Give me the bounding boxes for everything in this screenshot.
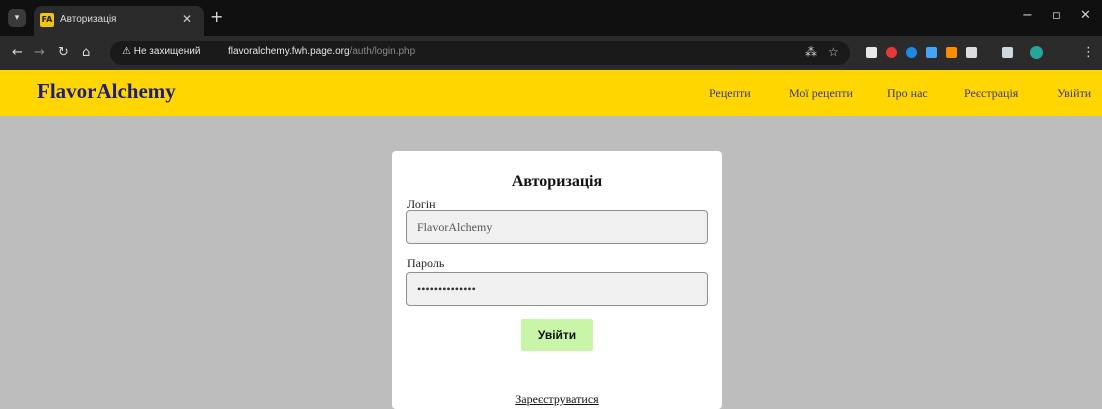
extension-red-icon[interactable] [886,47,897,58]
password-label: Пароль [407,256,445,270]
close-window-icon[interactable]: ✕ [1080,8,1091,23]
url-text: flavoralchemy.fwh.page.org/auth/login.ph… [228,46,415,57]
login-title: Авторизація [511,173,603,190]
password-input[interactable] [406,272,708,306]
address-bar[interactable]: ⚠ Не захищений flavoralchemy.fwh.page.or… [110,41,850,65]
tab-strip: ▾ FA Авторизація ✕ + − ▫ ✕ [0,0,1102,36]
new-tab-icon[interactable]: + [210,7,223,26]
maximize-icon[interactable]: ▫ [1052,8,1061,23]
extensions-puzzle-icon[interactable] [966,47,977,58]
profile-avatar[interactable] [1030,46,1043,59]
tab-authorization[interactable]: FA Авторизація ✕ [34,6,204,36]
url-host: flavoralchemy.fwh.page.org [228,46,350,57]
close-tab-icon[interactable]: ✕ [182,12,192,26]
browser-chrome: ▾ FA Авторизація ✕ + − ▫ ✕ ← → ↻ ⌂ ⚠ Не … [0,0,1102,70]
extension-misc-icon[interactable] [1002,47,1013,58]
login-button[interactable]: Увійти [521,319,593,351]
browser-menu-icon[interactable]: ⋮ [1082,45,1095,60]
security-warning[interactable]: ⚠ Не захищений [122,46,200,57]
reload-icon[interactable]: ↻ [58,45,69,60]
browser-toolbar: ← → ↻ ⌂ ⚠ Не захищений flavoralchemy.fwh… [0,36,1102,70]
tab-title: Авторизація [60,14,117,25]
security-warning-text: Не захищений [133,46,201,57]
extension-orange-icon[interactable] [946,47,957,58]
extension-page-icon[interactable] [866,47,877,58]
nav-link-login[interactable]: Увійти [1057,86,1091,101]
back-arrow-icon[interactable]: ← [12,45,23,60]
forward-arrow-icon[interactable]: → [34,45,45,60]
register-link[interactable]: Зареєструватися [392,392,722,407]
bookmark-star-icon[interactable]: ☆ [828,45,839,59]
site-favicon-icon: FA [40,13,54,27]
url-path: /auth/login.php [349,46,416,57]
login-card: Авторизація Логін Пароль Увійти Зареєстр… [392,151,722,409]
translate-icon[interactable]: ⁂ [805,45,817,59]
home-icon[interactable]: ⌂ [82,45,90,60]
extension-chart-icon[interactable] [926,47,937,58]
minimize-icon[interactable]: − [1022,8,1033,23]
nav-link-about[interactable]: Про нас [887,86,928,101]
nav-link-recipes[interactable]: Рецепти [709,86,751,101]
extension-blue-icon[interactable] [906,47,917,58]
site-header: FlavorAlchemy Рецепти Мої рецепти Про на… [0,70,1102,116]
nav-link-my-recipes[interactable]: Мої рецепти [789,86,853,101]
site-logo[interactable]: FlavorAlchemy [37,79,176,104]
login-input[interactable] [406,210,708,244]
tab-search-icon[interactable]: ▾ [8,9,26,27]
nav-link-register[interactable]: Реєстрація [964,86,1018,101]
